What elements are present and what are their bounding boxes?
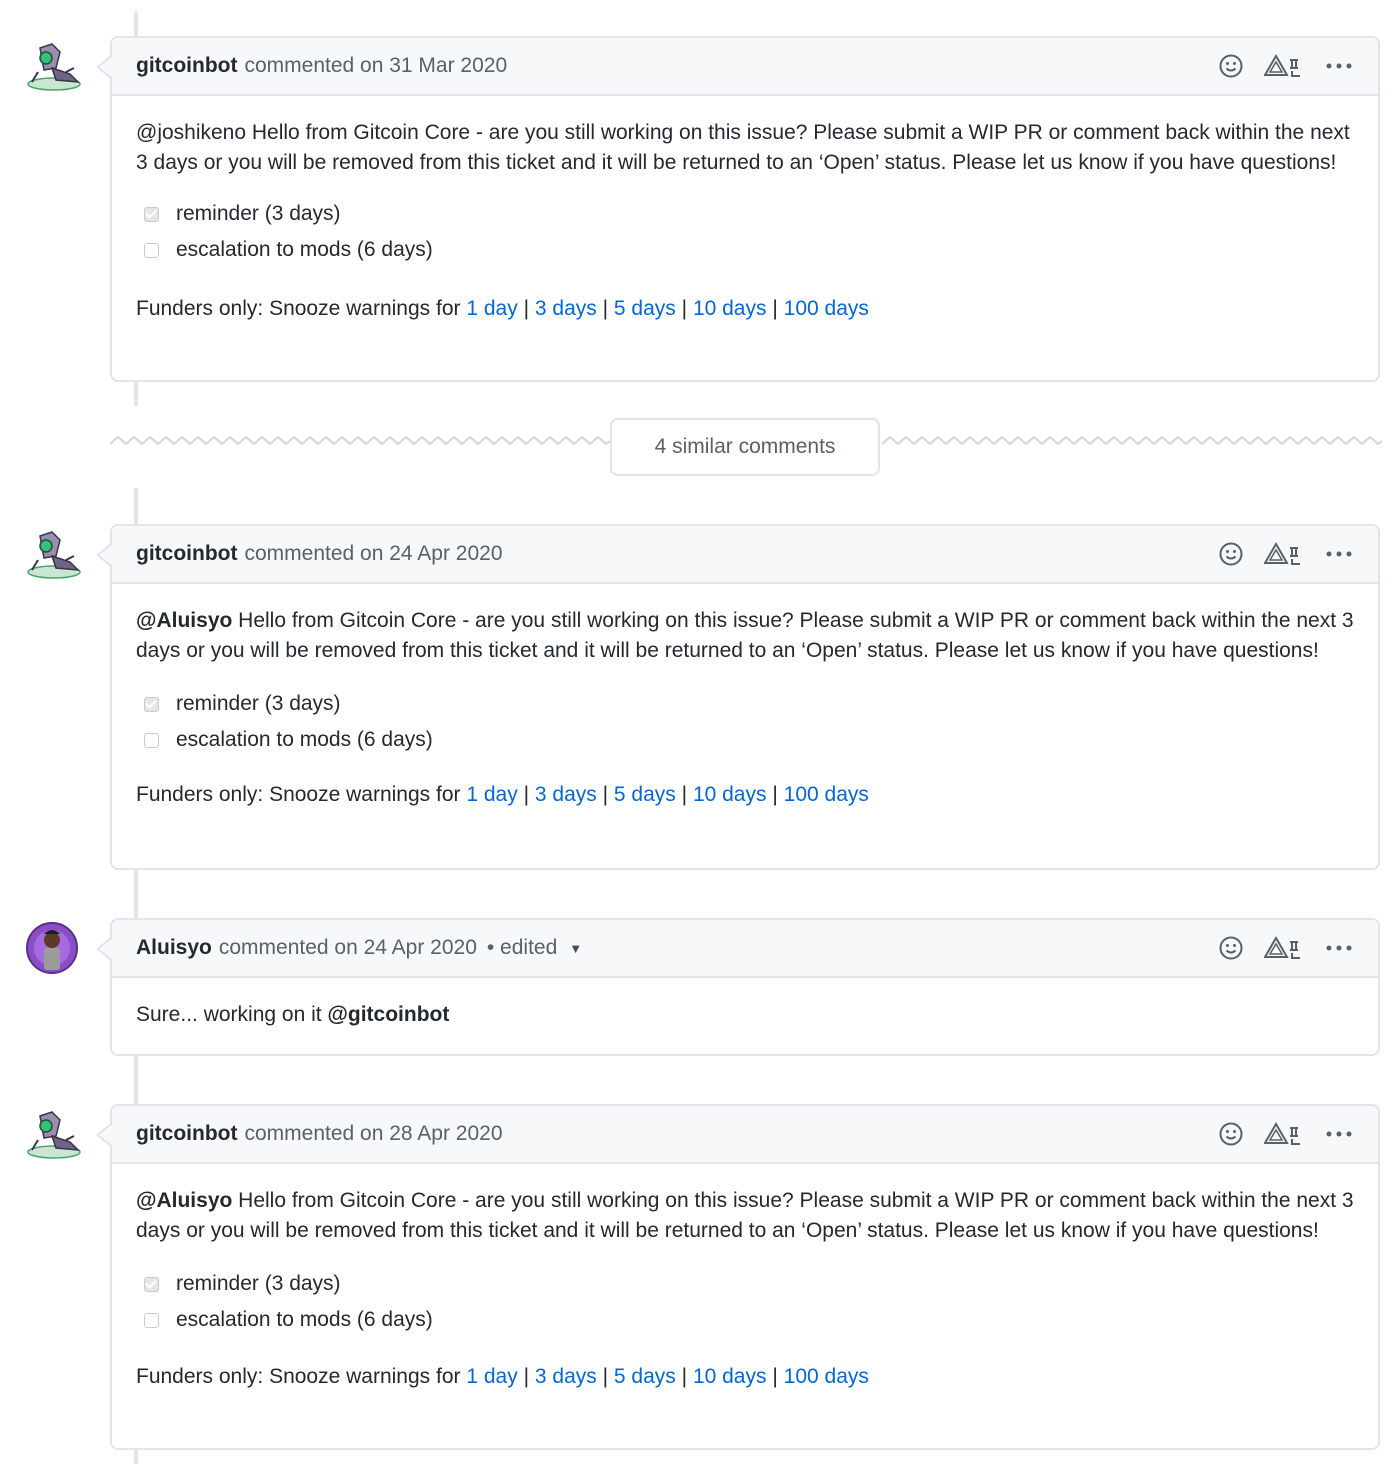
smiley-icon[interactable] bbox=[1218, 935, 1244, 961]
hidden-items-divider: 4 similar comments bbox=[110, 418, 1382, 476]
task-checkbox[interactable] bbox=[144, 206, 159, 222]
snooze-1-day-link[interactable]: 1 day bbox=[466, 297, 517, 320]
triangle-down-icon: ▼ bbox=[569, 940, 583, 956]
comment-body: Sure... working on it @gitcoinbot bbox=[112, 978, 1378, 1030]
smiley-icon[interactable] bbox=[1218, 1121, 1244, 1147]
task-label: escalation to mods (6 days) bbox=[176, 1308, 433, 1331]
task-label: reminder (3 days) bbox=[176, 202, 341, 225]
comment-header: gitcoinbot commented on 24 Apr 2020 bbox=[112, 526, 1378, 584]
triangle-extension-icon[interactable] bbox=[1264, 542, 1306, 566]
smiley-icon[interactable] bbox=[1218, 53, 1244, 79]
task-checkbox[interactable] bbox=[144, 696, 159, 712]
comment-card: gitcoinbot commented on 24 Apr 2020 @Alu… bbox=[96, 524, 1380, 870]
mention-link[interactable]: @Aluisyo bbox=[136, 609, 232, 632]
snooze-line: Funders only: Snooze warnings for 1 day … bbox=[136, 783, 869, 806]
triangle-extension-icon[interactable] bbox=[1264, 936, 1306, 960]
kebab-horizontal-icon[interactable] bbox=[1326, 1130, 1352, 1138]
snooze-prefix: Funders only: Snooze warnings for bbox=[136, 1365, 467, 1388]
comment-timestamp[interactable]: commented on 24 Apr 2020 bbox=[244, 542, 502, 566]
kebab-horizontal-icon[interactable] bbox=[1326, 944, 1352, 952]
comment-text: Sure... working on it @gitcoinbot bbox=[136, 1003, 450, 1026]
comment-card: gitcoinbot commented on 31 Mar 2020 @jos… bbox=[96, 36, 1380, 382]
task-item: reminder (3 days) bbox=[136, 686, 1354, 722]
comment-body: @Aluisyo Hello from Gitcoin Core - are y… bbox=[112, 1164, 1378, 1392]
avatar-gitcoinbot[interactable] bbox=[26, 1106, 82, 1162]
snooze-10-days-link[interactable]: 10 days bbox=[693, 1365, 767, 1388]
task-label: reminder (3 days) bbox=[176, 692, 341, 715]
comment-timestamp[interactable]: commented on 28 Apr 2020 bbox=[244, 1122, 502, 1146]
kebab-horizontal-icon[interactable] bbox=[1326, 550, 1352, 558]
comment-author[interactable]: Aluisyo bbox=[136, 936, 212, 960]
snooze-10-days-link[interactable]: 10 days bbox=[693, 297, 767, 320]
mention-link[interactable]: @gitcoinbot bbox=[327, 1003, 449, 1026]
task-checkbox[interactable] bbox=[144, 1276, 159, 1292]
comment-timestamp[interactable]: commented on 24 Apr 2020 bbox=[219, 936, 477, 960]
comment-text: @joshikeno Hello from Gitcoin Core - are… bbox=[136, 121, 1350, 174]
snooze-3-days-link[interactable]: 3 days bbox=[535, 783, 597, 806]
comment-header: gitcoinbot commented on 31 Mar 2020 bbox=[112, 38, 1378, 96]
task-label: escalation to mods (6 days) bbox=[176, 238, 433, 261]
zigzag-divider-left bbox=[110, 435, 610, 446]
comment-text: @Aluisyo Hello from Gitcoin Core - are y… bbox=[136, 1189, 1354, 1242]
task-item: escalation to mods (6 days) bbox=[136, 1302, 1354, 1338]
comment-body: @Aluisyo Hello from Gitcoin Core - are y… bbox=[112, 584, 1378, 810]
avatar-gitcoinbot[interactable] bbox=[26, 526, 82, 582]
comment-timestamp[interactable]: commented on 31 Mar 2020 bbox=[244, 54, 507, 78]
comment-author[interactable]: gitcoinbot bbox=[136, 542, 237, 566]
snooze-100-days-link[interactable]: 100 days bbox=[784, 1365, 869, 1388]
task-label: escalation to mods (6 days) bbox=[176, 728, 433, 751]
edited-dropdown[interactable]: • edited ▼ bbox=[487, 936, 582, 960]
snooze-line: Funders only: Snooze warnings for 1 day … bbox=[136, 1365, 869, 1388]
task-checkbox[interactable] bbox=[144, 732, 159, 748]
task-item: reminder (3 days) bbox=[136, 196, 1354, 232]
snooze-prefix: Funders only: Snooze warnings for bbox=[136, 297, 467, 320]
kebab-horizontal-icon[interactable] bbox=[1326, 62, 1352, 70]
zigzag-divider-right bbox=[882, 435, 1382, 446]
snooze-10-days-link[interactable]: 10 days bbox=[693, 783, 767, 806]
task-checkbox[interactable] bbox=[144, 1312, 159, 1328]
avatar-aluisyo[interactable] bbox=[26, 920, 82, 976]
avatar-gitcoinbot[interactable] bbox=[26, 38, 82, 94]
snooze-100-days-link[interactable]: 100 days bbox=[784, 783, 869, 806]
snooze-100-days-link[interactable]: 100 days bbox=[784, 297, 869, 320]
snooze-1-day-link[interactable]: 1 day bbox=[466, 783, 517, 806]
comment-header: gitcoinbot commented on 28 Apr 2020 bbox=[112, 1106, 1378, 1164]
snooze-3-days-link[interactable]: 3 days bbox=[535, 1365, 597, 1388]
snooze-5-days-link[interactable]: 5 days bbox=[614, 783, 676, 806]
comment-body: @joshikeno Hello from Gitcoin Core - are… bbox=[112, 96, 1378, 324]
comment-card: Aluisyo commented on 24 Apr 2020 • edite… bbox=[96, 918, 1380, 1056]
comment-text: @Aluisyo Hello from Gitcoin Core - are y… bbox=[136, 609, 1354, 662]
triangle-extension-icon[interactable] bbox=[1264, 54, 1306, 78]
comment-author[interactable]: gitcoinbot bbox=[136, 1122, 237, 1146]
task-item: escalation to mods (6 days) bbox=[136, 232, 1354, 268]
triangle-extension-icon[interactable] bbox=[1264, 1122, 1306, 1146]
snooze-5-days-link[interactable]: 5 days bbox=[614, 1365, 676, 1388]
task-label: reminder (3 days) bbox=[176, 1272, 341, 1295]
task-item: reminder (3 days) bbox=[136, 1266, 1354, 1302]
snooze-5-days-link[interactable]: 5 days bbox=[614, 297, 676, 320]
comment-author[interactable]: gitcoinbot bbox=[136, 54, 237, 78]
mention-link[interactable]: @joshikeno bbox=[136, 121, 246, 144]
snooze-line: Funders only: Snooze warnings for 1 day … bbox=[136, 297, 869, 320]
snooze-3-days-link[interactable]: 3 days bbox=[535, 297, 597, 320]
snooze-1-day-link[interactable]: 1 day bbox=[466, 1365, 517, 1388]
smiley-icon[interactable] bbox=[1218, 541, 1244, 567]
snooze-prefix: Funders only: Snooze warnings for bbox=[136, 783, 467, 806]
mention-link[interactable]: @Aluisyo bbox=[136, 1189, 232, 1212]
comment-header: Aluisyo commented on 24 Apr 2020 • edite… bbox=[112, 920, 1378, 978]
similar-comments-button[interactable]: 4 similar comments bbox=[610, 418, 880, 476]
task-checkbox[interactable] bbox=[144, 242, 159, 258]
comment-card: gitcoinbot commented on 28 Apr 2020 @Alu… bbox=[96, 1104, 1380, 1450]
task-item: escalation to mods (6 days) bbox=[136, 722, 1354, 758]
